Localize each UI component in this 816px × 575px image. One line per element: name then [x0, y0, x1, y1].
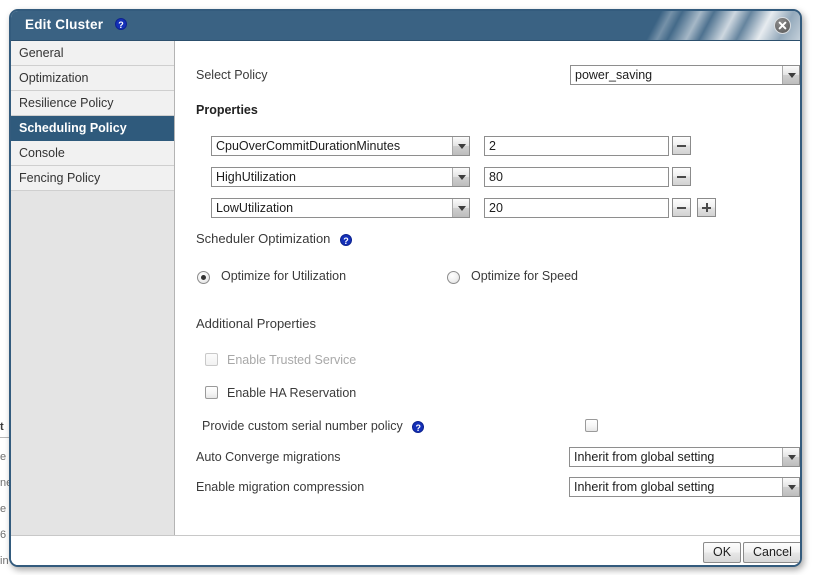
checkbox-enable-ha-reservation[interactable]: [205, 386, 218, 399]
help-icon[interactable]: ?: [340, 233, 353, 246]
add-property-button[interactable]: [697, 198, 716, 217]
auto-converge-migrations-dropdown[interactable]: [569, 447, 800, 467]
minus-icon: [677, 207, 686, 209]
enable-trusted-service-label: Enable Trusted Service: [227, 353, 357, 367]
scheduler-optimization-label: Scheduler Optimization ?: [196, 231, 353, 246]
select-policy-dropdown[interactable]: [570, 65, 800, 85]
dialog-title-label: Edit Cluster: [25, 17, 104, 32]
cancel-button[interactable]: Cancel: [743, 542, 800, 563]
auto-converge-migrations-label: Auto Converge migrations: [196, 450, 341, 464]
property-name-value-1[interactable]: [211, 136, 470, 156]
scheduling-policy-panel: Select Policy Properties: [175, 41, 800, 535]
close-icon[interactable]: [774, 17, 791, 34]
properties-heading: Properties: [196, 103, 258, 117]
additional-properties-heading: Additional Properties: [196, 316, 316, 331]
sidebar-filler: [11, 191, 174, 565]
sidebar-item-scheduling-policy[interactable]: Scheduling Policy: [11, 116, 174, 141]
sidebar-item-fencing-policy[interactable]: Fencing Policy: [11, 166, 174, 191]
property-value-input-2[interactable]: [484, 167, 669, 187]
checkbox-provide-custom-serial-number-policy[interactable]: [585, 419, 598, 432]
auto-converge-migrations-value[interactable]: [569, 447, 800, 467]
help-icon[interactable]: ?: [115, 18, 128, 31]
enable-ha-reservation-label: Enable HA Reservation: [227, 386, 357, 400]
titlebar-gloss-decoration: [550, 11, 800, 40]
property-name-value-3[interactable]: [211, 198, 470, 218]
remove-property-button-1[interactable]: [672, 136, 691, 155]
remove-property-button-3[interactable]: [672, 198, 691, 217]
sidebar-item-resilience-policy[interactable]: Resilience Policy: [11, 91, 174, 116]
radio-utilization[interactable]: [197, 271, 210, 284]
sidebar-item-console[interactable]: Console: [11, 141, 174, 166]
select-policy-value[interactable]: [570, 65, 800, 85]
minus-icon: [677, 176, 686, 178]
property-name-value-2[interactable]: [211, 167, 470, 187]
dialog-sidebar: General Optimization Resilience Policy S…: [11, 41, 175, 565]
enable-migration-compression-value[interactable]: [569, 477, 800, 497]
property-name-dropdown-2[interactable]: [211, 167, 470, 187]
dialog-body: General Optimization Resilience Policy S…: [11, 41, 800, 565]
plus-icon-vertical: [705, 203, 708, 212]
enable-migration-compression-label: Enable migration compression: [196, 480, 365, 494]
remove-property-button-2[interactable]: [672, 167, 691, 186]
checkbox-enable-trusted-service: [205, 353, 218, 366]
serial-number-policy-row: Provide custom serial number policy ?: [202, 419, 425, 433]
scheduler-optimization-text: Scheduler Optimization: [196, 231, 331, 246]
sidebar-item-general[interactable]: General: [11, 41, 174, 66]
property-value-input-3[interactable]: [484, 198, 669, 218]
property-value-input-1[interactable]: [484, 136, 669, 156]
property-name-dropdown-3[interactable]: [211, 198, 470, 218]
radio-speed[interactable]: [447, 271, 460, 284]
dialog-titlebar: Edit Cluster ?: [11, 11, 800, 41]
serial-number-policy-label: Provide custom serial number policy: [202, 419, 403, 433]
dialog-title: Edit Cluster ?: [25, 17, 128, 32]
select-policy-label: Select Policy: [196, 68, 268, 82]
optimize-for-utilization-label: Optimize for Utilization: [221, 269, 347, 283]
ok-button[interactable]: OK: [703, 542, 742, 563]
optimize-for-speed-label: Optimize for Speed: [471, 269, 578, 283]
dialog-footer: OK Cancel: [11, 535, 800, 565]
minus-icon: [677, 145, 686, 147]
property-name-dropdown-1[interactable]: [211, 136, 470, 156]
sidebar-item-optimization[interactable]: Optimization: [11, 66, 174, 91]
enable-migration-compression-dropdown[interactable]: [569, 477, 800, 497]
help-icon[interactable]: ?: [412, 420, 425, 433]
edit-cluster-dialog: Edit Cluster ? General Optimization Resi…: [9, 9, 802, 567]
